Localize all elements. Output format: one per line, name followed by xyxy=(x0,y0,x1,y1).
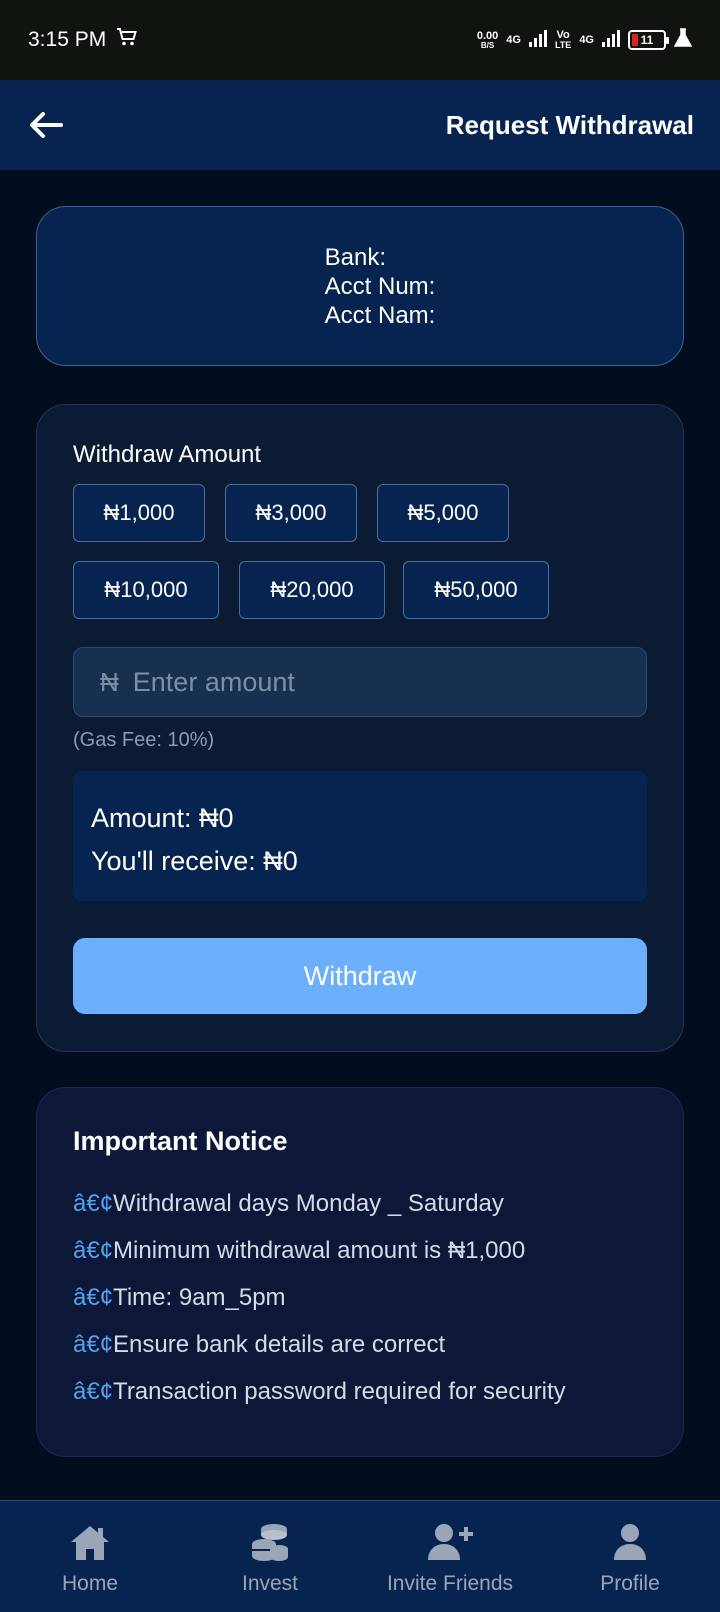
bottom-nav: Home Invest Invite Friends Profile xyxy=(0,1500,720,1612)
status-time: 3:15 PM xyxy=(28,28,107,51)
preset-amount-1000[interactable]: ₦1,000 xyxy=(73,484,205,542)
notice-bullet: â€¢ xyxy=(73,1377,114,1405)
notice-bullet: â€¢ xyxy=(73,1330,114,1358)
battery-icon: 11 xyxy=(628,30,669,50)
account-name-label: Acct Nam: xyxy=(324,301,436,329)
withdraw-card: Withdraw Amount ₦1,000 ₦3,000 ₦5,000 ₦10… xyxy=(36,404,684,1052)
network-speed-unit: B/S xyxy=(480,40,495,50)
account-number-label: Acct Num: xyxy=(324,272,436,300)
notice-text: Time: 9am_5pm xyxy=(113,1283,286,1311)
flask-icon xyxy=(673,27,693,53)
nav-invest-label: Invest xyxy=(241,1572,299,1595)
notice-item: â€¢ Time: 9am_5pm xyxy=(73,1274,566,1321)
preset-amount-50000[interactable]: ₦50,000 xyxy=(403,561,549,619)
summary-receive: You'll receive: ₦0 xyxy=(91,846,298,876)
notice-item: â€¢ Minimum withdrawal amount is ₦1,000 xyxy=(73,1227,566,1274)
preset-amount-3000[interactable]: ₦3,000 xyxy=(225,484,357,542)
summary-amount: Amount: ₦0 xyxy=(91,803,234,833)
notice-bullet: â€¢ xyxy=(73,1236,114,1264)
notice-title: Important Notice xyxy=(73,1126,288,1156)
nav-profile[interactable]: Profile xyxy=(570,1501,690,1612)
currency-symbol: ₦ xyxy=(100,666,119,697)
back-button[interactable] xyxy=(26,105,66,145)
notice-list: â€¢ Withdrawal days Monday _ Saturday â€… xyxy=(73,1180,566,1415)
amount-input-wrapper[interactable]: ₦ xyxy=(73,647,647,717)
cart-icon xyxy=(116,27,138,53)
nav-invest[interactable]: Invest xyxy=(210,1501,330,1612)
gas-fee-note: (Gas Fee: 10%) xyxy=(73,729,215,751)
volte-bottom: LTE xyxy=(554,40,572,50)
bank-details: Bank: Acct Num: Acct Nam: xyxy=(285,243,436,330)
notice-bullet: â€¢ xyxy=(73,1283,114,1311)
withdraw-button[interactable]: Withdraw xyxy=(73,938,647,1014)
battery-level: 11 xyxy=(640,33,654,47)
preset-amount-10000[interactable]: ₦10,000 xyxy=(73,561,219,619)
nav-invite-friends[interactable]: Invite Friends xyxy=(370,1501,530,1612)
network-speed-value: 0.00 xyxy=(476,29,499,42)
coins-icon xyxy=(250,1518,290,1562)
notice-text: Ensure bank details are correct xyxy=(113,1330,446,1358)
notice-item: â€¢ Ensure bank details are correct xyxy=(73,1321,566,1368)
withdraw-amount-label: Withdraw Amount xyxy=(73,441,262,468)
app-header: Request Withdrawal xyxy=(0,80,720,170)
bank-details-card: Bank: Acct Num: Acct Nam: xyxy=(36,206,684,366)
network-type-2: 4G xyxy=(579,33,594,46)
notice-bullet: â€¢ xyxy=(73,1189,114,1217)
withdraw-summary: Amount: ₦0 You'll receive: ₦0 xyxy=(73,771,647,901)
notice-item: â€¢ Withdrawal days Monday _ Saturday xyxy=(73,1180,566,1227)
bank-label: Bank: xyxy=(324,243,387,271)
arrow-left-icon xyxy=(30,112,63,138)
notice-text: Minimum withdrawal amount is ₦1,000 xyxy=(113,1236,526,1264)
nav-profile-label: Profile xyxy=(600,1572,660,1595)
signal-icon-2 xyxy=(602,29,620,52)
home-icon xyxy=(69,1518,111,1562)
network-speed: 0.00 B/S xyxy=(476,29,499,50)
page-title: Request Withdrawal xyxy=(445,109,694,140)
add-user-icon xyxy=(426,1518,474,1562)
important-notice-card: Important Notice â€¢ Withdrawal days Mon… xyxy=(36,1087,684,1457)
status-left: 3:15 PM xyxy=(28,27,138,53)
preset-amount-20000[interactable]: ₦20,000 xyxy=(239,561,385,619)
notice-text: Transaction password required for securi… xyxy=(113,1377,566,1405)
signal-icon xyxy=(528,29,547,52)
amount-input[interactable] xyxy=(132,666,646,698)
status-bar: 3:15 PM 0.00 B/S 4G Vo LTE 4G 11 xyxy=(0,0,720,80)
preset-amount-5000[interactable]: ₦5,000 xyxy=(377,484,509,542)
nav-home[interactable]: Home xyxy=(30,1501,150,1612)
profile-icon xyxy=(612,1518,648,1562)
status-right: 0.00 B/S 4G Vo LTE 4G 11 xyxy=(476,27,693,53)
notice-text: Withdrawal days Monday _ Saturday xyxy=(113,1189,504,1217)
volte-indicator: Vo LTE xyxy=(555,30,571,50)
nav-invite-friends-label: Invite Friends xyxy=(386,1572,514,1595)
notice-item: â€¢ Transaction password required for se… xyxy=(73,1368,566,1415)
nav-home-label: Home xyxy=(61,1572,119,1595)
network-type-1: 4G xyxy=(506,33,521,46)
